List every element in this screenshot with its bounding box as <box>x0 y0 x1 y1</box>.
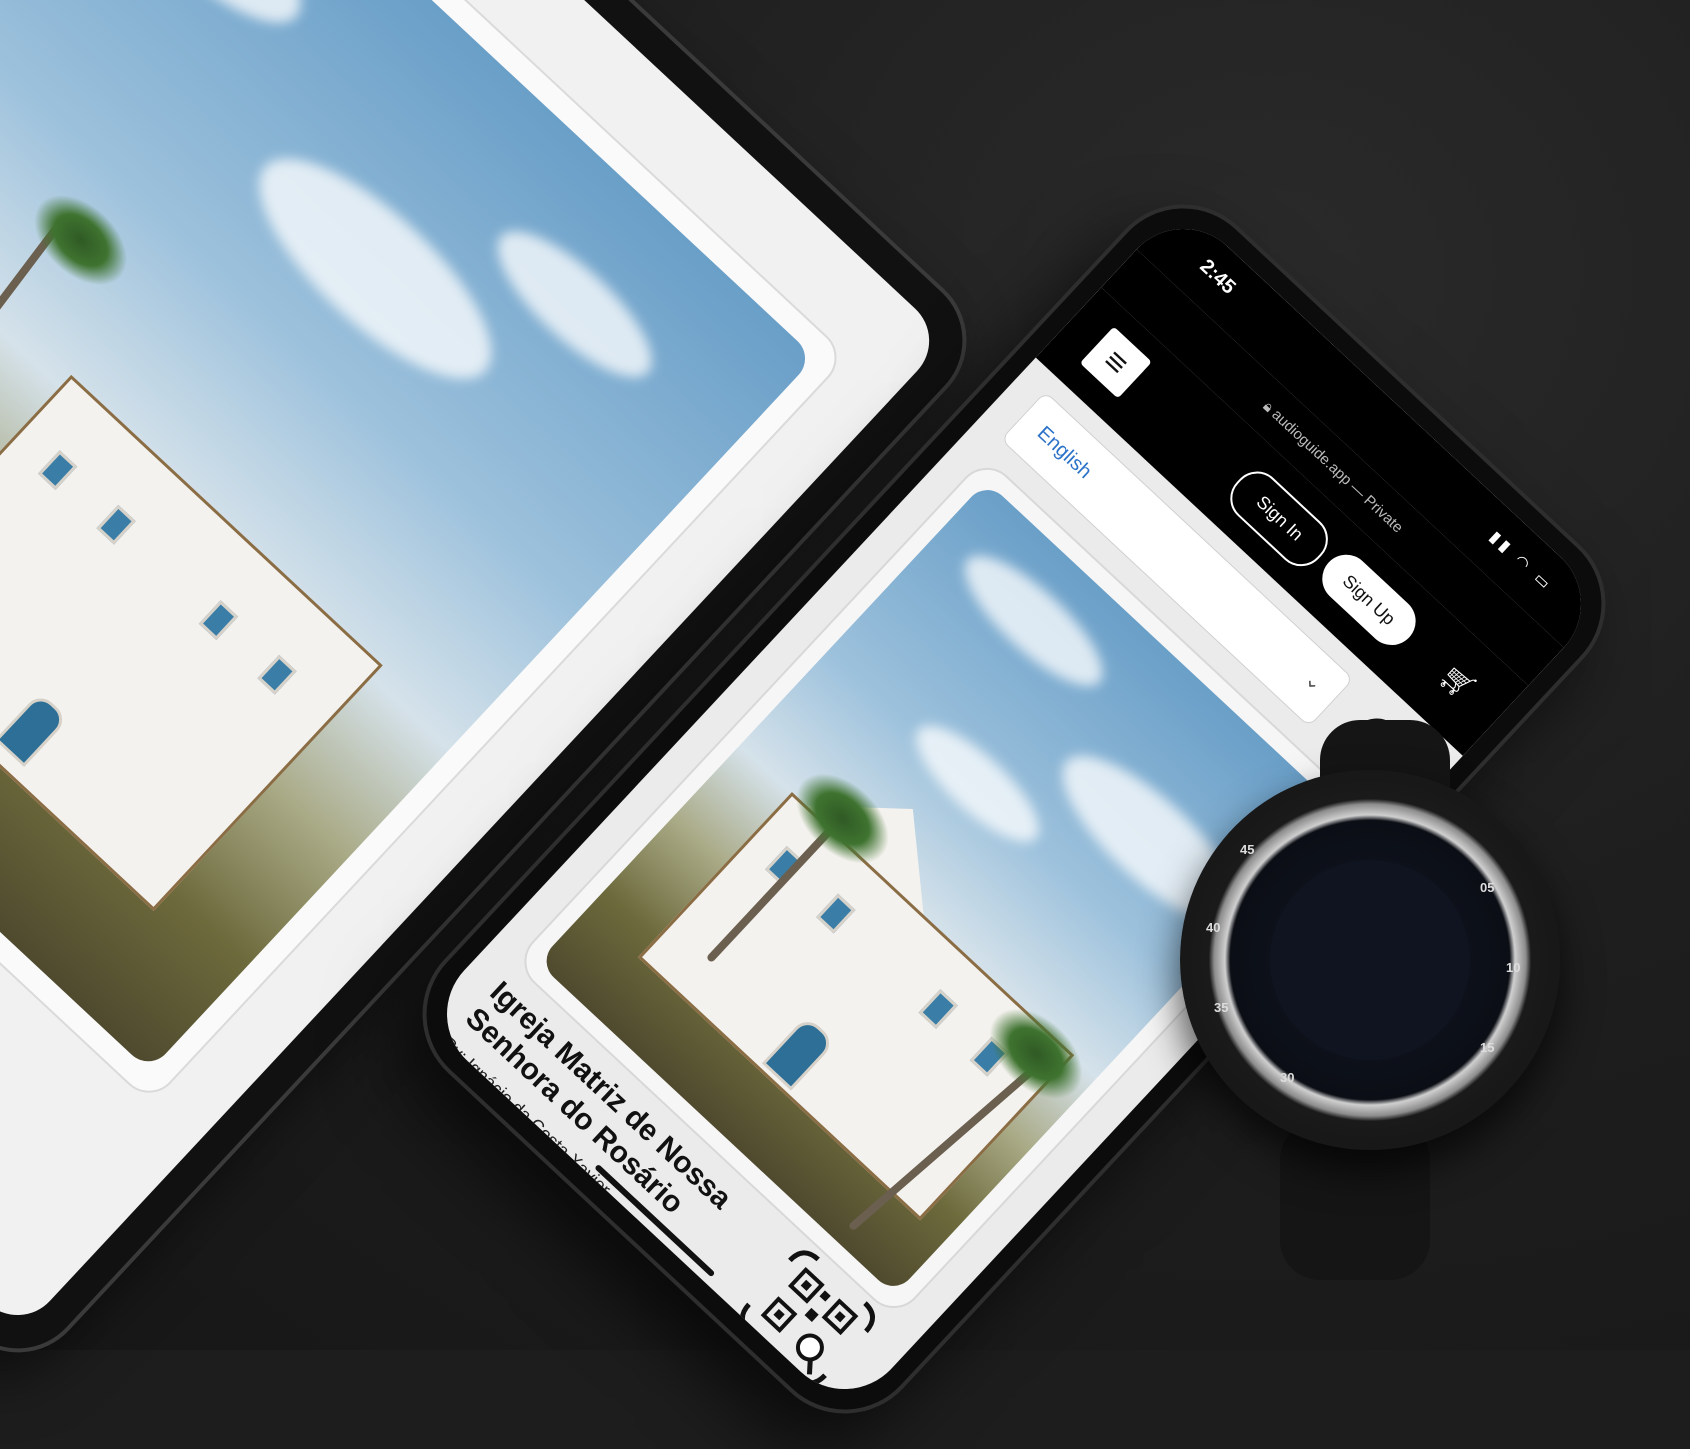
watch-face <box>1270 860 1470 1060</box>
bezel-number: 30 <box>1280 1070 1295 1085</box>
bezel-number: 05 <box>1480 880 1495 895</box>
smartwatch: 45 05 10 15 30 35 40 <box>1180 770 1560 1150</box>
bezel-number: 45 <box>1240 842 1255 857</box>
hamburger-menu-button[interactable]: ≡ <box>1079 326 1152 399</box>
status-time: 2:45 <box>1195 255 1240 299</box>
bezel-number: 35 <box>1214 1000 1229 1015</box>
cart-icon[interactable]: 🛒︎ <box>1426 651 1488 713</box>
language-selected-value: English <box>1032 422 1096 484</box>
bezel-number: 10 <box>1506 960 1521 975</box>
chevron-down-icon: ⌄ <box>1299 668 1328 696</box>
bezel-number: 40 <box>1206 920 1221 935</box>
menu-icon: ≡ <box>1095 341 1137 383</box>
bezel-number: 15 <box>1480 1040 1495 1055</box>
